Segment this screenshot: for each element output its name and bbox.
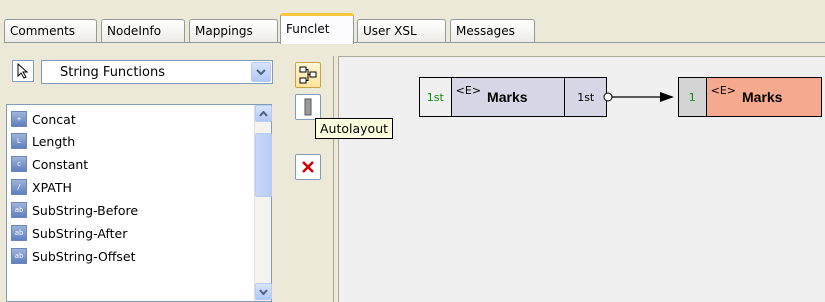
toolbar-button-2[interactable] — [295, 94, 321, 120]
canvas-toolbar — [288, 56, 334, 302]
function-label: Concat — [32, 111, 76, 127]
function-label: SubString-After — [32, 225, 128, 241]
function-category-value: String Functions — [60, 65, 165, 80]
autolayout-button[interactable] — [295, 62, 321, 88]
tab-nodeinfo-label: NodeInfo — [107, 24, 162, 38]
scroll-thumb[interactable] — [255, 133, 272, 197]
xpath-icon: / — [11, 179, 27, 195]
autolayout-icon — [299, 66, 317, 84]
target-node-body: <E> Marks — [706, 78, 821, 116]
tab-comments-label: Comments — [10, 24, 76, 38]
source-left-ordinal: 1st — [420, 78, 452, 116]
tab-funclet-label: Funclet — [286, 22, 330, 36]
substring-offset-icon: ab — [11, 248, 27, 264]
tooltip-text: Autolayout — [320, 121, 389, 136]
source-node-body: <E> Marks — [451, 78, 566, 116]
autolayout-tooltip: Autolayout — [315, 118, 394, 139]
list-item[interactable]: + Concat — [11, 109, 76, 129]
chevron-down-icon — [256, 69, 266, 76]
function-label: Length — [32, 133, 76, 149]
list-item[interactable]: ab SubString-Before — [11, 200, 138, 220]
target-node-name: Marks — [742, 89, 783, 105]
vertical-scrollbar[interactable] — [254, 105, 272, 301]
source-node[interactable]: 1st <E> Marks 1st — [419, 77, 607, 117]
chevron-up-icon — [259, 110, 268, 117]
constant-icon: c — [11, 156, 27, 172]
function-palette: String Functions + Concat L Length c Con… — [4, 50, 284, 302]
function-label: SubString-Before — [32, 202, 139, 218]
list-item[interactable]: c Constant — [11, 154, 88, 174]
source-node-name: Marks — [487, 89, 528, 105]
target-node[interactable]: 1 <E> Marks — [678, 77, 822, 117]
tab-messages-label: Messages — [456, 24, 515, 38]
length-icon: L — [11, 133, 27, 149]
tab-comments[interactable]: Comments — [4, 19, 97, 43]
delete-icon — [302, 161, 314, 173]
tab-nodeinfo[interactable]: NodeInfo — [101, 19, 185, 43]
target-left-ordinal: 1 — [679, 78, 707, 116]
function-category-select[interactable]: String Functions — [41, 60, 273, 84]
function-label: XPATH — [32, 179, 72, 195]
substring-before-icon: ab — [11, 202, 27, 218]
panel-icon — [304, 98, 312, 116]
element-tag: <E> — [455, 84, 482, 97]
arrow-head-icon — [660, 92, 674, 102]
output-port[interactable] — [603, 92, 613, 102]
tab-user-xsl-label: User XSL — [363, 24, 417, 38]
function-list[interactable]: + Concat L Length c Constant / XPATH ab … — [6, 104, 272, 302]
tab-divider — [4, 42, 825, 43]
pointer-icon — [17, 63, 29, 79]
element-tag: <E> — [710, 84, 736, 97]
tab-messages[interactable]: Messages — [450, 19, 535, 43]
scroll-up-button[interactable] — [255, 105, 272, 122]
function-label: SubString-Offset — [32, 248, 136, 264]
chevron-down-icon — [259, 288, 268, 295]
scroll-down-button[interactable] — [255, 283, 272, 300]
mapping-canvas[interactable]: 1st <E> Marks 1st 1 <E> Marks — [338, 56, 825, 302]
source-right-ordinal: 1st — [565, 78, 606, 116]
substring-after-icon: ab — [11, 225, 27, 241]
connector-line — [603, 92, 674, 102]
list-item[interactable]: ab SubString-After — [11, 223, 127, 243]
list-item[interactable]: / XPATH — [11, 177, 72, 197]
tab-mappings-label: Mappings — [195, 24, 253, 38]
delete-button[interactable] — [295, 154, 321, 180]
tab-funclet[interactable]: Funclet — [280, 13, 354, 44]
concat-icon: + — [11, 111, 27, 127]
dropdown-button[interactable] — [251, 62, 271, 82]
list-item[interactable]: L Length — [11, 131, 75, 151]
select-tool-button[interactable] — [12, 60, 34, 82]
tab-mappings[interactable]: Mappings — [189, 19, 278, 43]
function-label: Constant — [32, 156, 89, 172]
list-item[interactable]: ab SubString-Offset — [11, 246, 136, 266]
tab-user-xsl[interactable]: User XSL — [357, 19, 446, 43]
